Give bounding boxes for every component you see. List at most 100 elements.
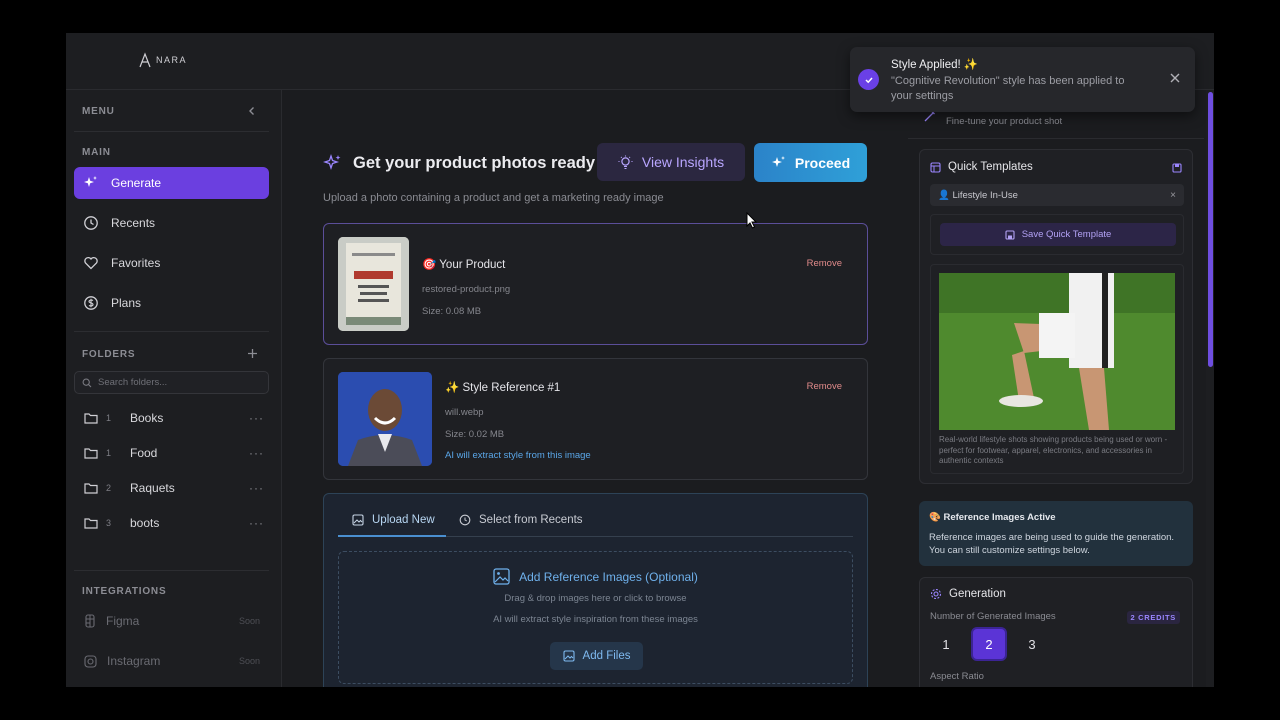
upload-tabs: Upload New Select from Recents [338,508,853,537]
nav-plans[interactable]: Plans [74,287,269,319]
folder-icon [84,483,98,494]
save-quick-template-label: Save Quick Template [1021,229,1112,240]
add-files-label: Add Files [582,650,631,662]
image-icon [562,650,575,662]
dropzone-title: Add Reference Images (Optional) [339,568,852,585]
quick-templates-title: Quick Templates [930,161,1033,173]
sparkles-icon [771,156,785,167]
folder-name: boots [130,516,160,530]
folder-count: 2 [106,483,112,493]
template-preview: Real-world lifestyle shots showing produ… [930,264,1184,474]
settings-subtitle: Fine-tune your product shot [946,116,1063,127]
selected-template-chip[interactable]: 👤 Lifestyle In-Use × [930,184,1184,206]
nav-recents[interactable]: Recents [74,207,269,239]
portrait-image [338,372,432,466]
divider [74,331,269,332]
toast-message: "Cognitive Revolution" style has been ap… [891,75,1125,102]
image-icon [493,568,510,585]
nav-generate[interactable]: Generate [74,167,269,199]
tab-upload-new[interactable]: Upload New [352,514,435,526]
product-thumbnail [338,237,409,331]
style-ai-note: AI will extract style from this image [445,450,591,461]
check-icon [858,69,879,90]
collapse-sidebar-icon[interactable] [247,106,257,116]
style-thumbnail [338,372,432,466]
aspect-ratio-label: Aspect Ratio [930,671,984,682]
proceed-button[interactable]: Proceed [754,143,867,182]
folder-search-input[interactable]: Search folders... [74,371,269,394]
count-option-3[interactable]: 3 [1014,627,1050,661]
divider [908,138,1204,139]
num-images-label: Number of Generated Images [930,611,1056,622]
folders-label: FOLDERS [82,349,136,360]
folder-more-icon[interactable]: ··· [249,516,264,530]
dropzone-hint-ai: AI will extract style inspiration from t… [493,614,698,625]
instagram-icon [84,654,97,668]
save-quick-template-button[interactable]: Save Quick Template [940,223,1176,246]
integration-name: Instagram [107,654,161,668]
dropzone[interactable]: Add Reference Images (Optional) Drag & d… [338,551,853,684]
soon-badge: Soon [238,616,260,626]
logo[interactable]: NARA [138,52,187,68]
tab-label: Upload New [372,514,435,526]
nav-label: Plans [111,296,142,310]
folder-icon [84,518,98,529]
logo-text: NARA [156,55,188,65]
folder-more-icon[interactable]: ··· [249,411,264,425]
dropzone-hint: Drag & drop images here or click to brow… [504,593,687,604]
product-filename: restored-product.png [422,284,511,295]
folder-more-icon[interactable]: ··· [249,446,264,460]
view-insights-button[interactable]: View Insights [597,143,745,181]
nav-favorites[interactable]: Favorites [74,247,269,279]
image-icon [352,514,364,526]
folder-item-boots[interactable]: 3 boots ··· [84,513,264,533]
template-description: Real-world lifestyle shots showing produ… [939,435,1168,465]
tab-label: Select from Recents [479,514,583,526]
add-folder-icon[interactable] [247,348,258,359]
folder-icon [84,448,98,459]
tab-select-recents[interactable]: Select from Recents [459,514,583,526]
app-window: NARA MENU MAIN Generate Recents Favorite… [66,33,1214,687]
active-tab-indicator [338,535,446,537]
save-template-wrap: Save Quick Template [930,214,1184,255]
folder-name: Books [130,411,164,425]
toast-notification: Style Applied! ✨ "Cognitive Revolution" … [850,47,1195,112]
generation-panel: Generation Number of Generated Images 2 … [919,577,1193,687]
style-filename: will.webp [445,407,484,418]
folder-item-raquets[interactable]: 2 Raquets ··· [84,478,264,498]
divider [74,131,269,132]
folder-item-food[interactable]: 1 Food ··· [84,443,264,463]
page-title-text: Get your product photos ready [353,153,596,172]
scrollbar[interactable] [1206,90,1214,687]
reference-notice-title: 🎨 Reference Images Active [929,512,1056,523]
menu-label: MENU [82,106,115,117]
soon-badge: Soon [238,656,260,666]
mouse-cursor-icon [746,212,758,229]
clock-icon [459,514,471,526]
remove-product-button[interactable]: Remove [807,258,842,269]
settings-panel: Fine-tune your product shot Quick Templa… [908,90,1214,687]
folder-count: 3 [106,518,112,528]
folder-more-icon[interactable]: ··· [249,481,264,495]
save-icon [1005,229,1015,240]
generation-title: Generation [930,588,1006,600]
view-insights-label: View Insights [641,154,725,170]
add-files-button[interactable]: Add Files [550,642,643,670]
close-icon[interactable]: × [1170,190,1176,201]
remove-style-button[interactable]: Remove [807,381,842,392]
integration-figma[interactable]: Figma Soon [84,614,260,628]
folder-item-books[interactable]: 1 Books ··· [84,408,264,428]
figma-icon [85,614,95,628]
integration-name: Figma [106,614,140,628]
save-icon[interactable] [1172,163,1182,173]
dropzone-title-text: Add Reference Images (Optional) [519,569,698,584]
scrollbar-thumb[interactable] [1208,92,1213,367]
style-title: ✨ Style Reference #1 [445,382,561,394]
close-icon[interactable] [1169,72,1181,84]
count-option-1[interactable]: 1 [928,627,964,661]
style-size: Size: 0.02 MB [445,429,505,440]
count-option-2[interactable]: 2 [971,627,1007,661]
sparkles-icon [323,153,341,171]
main-content: Get your product photos ready Upload a p… [283,90,898,687]
integration-instagram[interactable]: Instagram Soon [84,654,260,668]
